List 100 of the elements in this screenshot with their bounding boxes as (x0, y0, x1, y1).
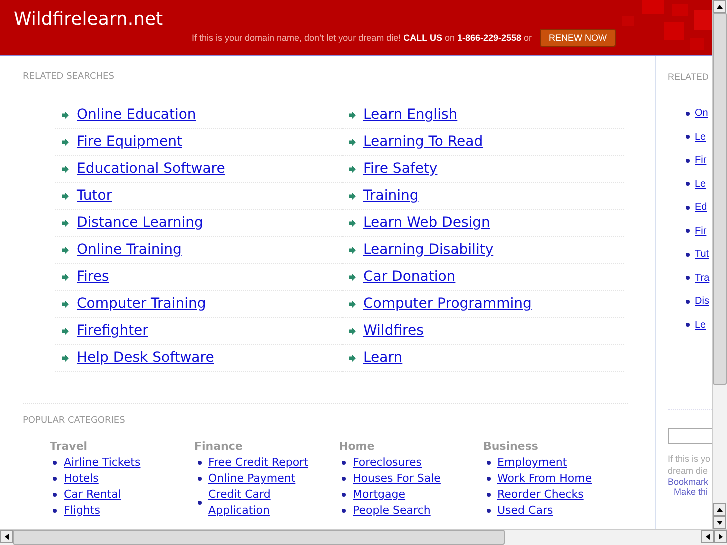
category-link[interactable]: Online Payment (208, 471, 324, 487)
search-link[interactable]: Car Donation (364, 269, 456, 285)
search-link[interactable]: Learning To Read (364, 134, 484, 150)
category-link[interactable]: Foreclosures (353, 455, 468, 471)
arrow-icon (62, 220, 69, 226)
search-link[interactable]: Fire Safety (364, 161, 438, 177)
search-link[interactable]: Training (364, 188, 419, 204)
note-text: dream die (668, 465, 708, 477)
search-link[interactable]: Ed (695, 202, 708, 214)
category-link[interactable]: Employment (498, 455, 612, 471)
arrow-icon (62, 192, 69, 200)
category-link[interactable]: Used Cars (498, 503, 612, 519)
search-link[interactable]: Tut (695, 249, 710, 260)
bullet-icon (53, 461, 57, 465)
search-link[interactable]: Computer Programming (364, 296, 532, 312)
search-link[interactable]: Dis (695, 296, 710, 308)
bullet-icon (486, 477, 490, 481)
search-link[interactable]: Fir (695, 155, 707, 166)
homepage-link[interactable]: Make thi (674, 487, 708, 497)
search-link[interactable]: Fire Equipment (77, 134, 182, 150)
search-link[interactable]: On (695, 108, 708, 120)
search-link[interactable]: Online Education (77, 107, 196, 123)
arrow-icon (348, 328, 356, 334)
scroll-thumb[interactable] (713, 13, 727, 385)
bullet-icon (198, 477, 202, 481)
renew-now-button[interactable]: RENEW NOW (540, 29, 616, 47)
search-link[interactable]: Distance Learning (77, 215, 204, 231)
scroll-up-button[interactable] (713, 0, 726, 13)
search-link[interactable]: Tutor (77, 188, 112, 204)
category-title: Finance (194, 440, 244, 453)
arrow-icon (62, 274, 69, 280)
category-link[interactable]: Work From Home (498, 471, 612, 487)
category-link[interactable]: Mortgage (353, 487, 468, 503)
arrow-icon (62, 354, 69, 362)
search-link[interactable]: Learn Web Design (364, 215, 490, 231)
bullet-icon (686, 135, 690, 140)
search-link[interactable]: Le (695, 178, 706, 190)
search-link[interactable]: Tra (695, 272, 710, 284)
category-link[interactable]: Hotels (64, 471, 179, 487)
arrow-icon (348, 166, 356, 172)
arrow-icon (348, 112, 356, 118)
bookmark-link[interactable]: Bookmark (668, 477, 709, 487)
bullet-icon (342, 461, 346, 465)
category-title: Business (484, 440, 540, 453)
category-link[interactable]: Free Credit Report (208, 455, 324, 471)
scroll-down-button[interactable] (713, 516, 726, 529)
category-link[interactable]: Credit Card Application (208, 487, 324, 519)
section-heading: RELATED (668, 72, 710, 82)
search-link[interactable]: Wildfires (364, 323, 424, 339)
bullet-icon (486, 493, 490, 497)
arrow-icon (348, 220, 356, 226)
bullet-icon (686, 182, 690, 186)
category-link[interactable]: Airline Tickets (64, 455, 179, 471)
category-title: Home (339, 440, 376, 453)
bullet-icon (686, 158, 690, 163)
category-link[interactable]: People Search (353, 503, 468, 519)
search-link[interactable]: Le (695, 132, 706, 143)
search-link[interactable]: Fir (695, 226, 707, 237)
arrow-icon (62, 138, 69, 146)
scroll-left-button[interactable] (0, 530, 13, 543)
search-link[interactable]: Help Desk Software (77, 350, 214, 366)
arrow-icon (62, 246, 69, 254)
category-link[interactable]: Car Rental (64, 487, 179, 503)
section-heading: RELATED SEARCHES (23, 72, 116, 82)
scroll-right-button[interactable] (714, 530, 727, 543)
search-link[interactable]: Learn English (364, 107, 458, 123)
section-heading: POPULAR CATEGORIES (23, 403, 628, 426)
bullet-icon (198, 501, 202, 505)
arrow-icon (62, 112, 69, 118)
search-link[interactable]: Online Training (77, 242, 182, 258)
scroll-left-button[interactable] (701, 530, 714, 543)
scroll-thumb[interactable] (13, 530, 505, 545)
category-link[interactable]: Houses For Sale (353, 471, 468, 487)
bullet-icon (342, 509, 346, 513)
search-link[interactable]: Learning Disability (364, 242, 494, 258)
bullet-icon (686, 112, 690, 116)
bullet-icon (686, 323, 690, 328)
bullet-icon (686, 300, 690, 304)
arrow-icon (348, 354, 356, 362)
note-text: If this is yo (668, 453, 711, 465)
site-title: Wildfirelearn.net (14, 8, 164, 30)
search-link[interactable]: Le (695, 320, 706, 331)
bullet-icon (53, 509, 57, 513)
bullet-icon (686, 229, 690, 234)
scroll-up-button[interactable] (713, 503, 726, 516)
bullet-icon (342, 493, 346, 497)
arrow-icon (348, 274, 356, 280)
promo-text: If this is your domain name, don’t let your dream die! CALL US on 1-866-229-2558 or (192, 33, 532, 43)
search-link[interactable]: Fires (77, 269, 110, 285)
bullet-icon (486, 509, 490, 513)
search-link[interactable]: Computer Training (77, 296, 206, 312)
arrow-icon (62, 166, 69, 172)
category-link[interactable]: Flights (64, 503, 179, 519)
bullet-icon (686, 276, 690, 280)
search-link[interactable]: Educational Software (77, 161, 226, 177)
search-link[interactable]: Firefighter (77, 323, 148, 339)
bullet-icon (53, 477, 57, 481)
search-link[interactable]: Learn (364, 350, 403, 366)
bullet-icon (53, 493, 57, 497)
category-link[interactable]: Reorder Checks (498, 487, 612, 503)
